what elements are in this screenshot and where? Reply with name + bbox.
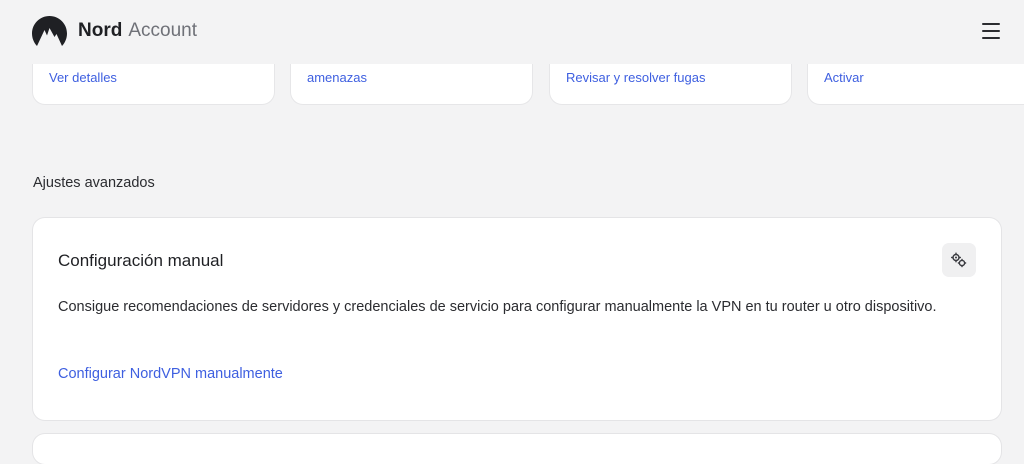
top-card-link[interactable]: Activar	[824, 70, 864, 86]
brand-secondary: Account	[128, 20, 197, 41]
top-bar: Nord Account	[0, 0, 1024, 64]
top-card-link[interactable]: Ver detalles	[49, 70, 117, 86]
card-title: Configuración manual	[58, 251, 224, 270]
top-card-link[interactable]: amenazas	[307, 70, 367, 86]
configure-manually-link[interactable]: Configurar NordVPN manualmente	[58, 366, 283, 382]
nord-logo-icon[interactable]	[32, 16, 67, 46]
section-title-advanced: Ajustes avanzados	[33, 175, 155, 191]
brand-wordmark: Nord Account	[78, 20, 197, 42]
manual-config-card: Configuración manual Consigue recomendac…	[33, 218, 1001, 420]
brand-primary: Nord	[78, 20, 123, 41]
top-card-link[interactable]: Revisar y resolver fugas	[566, 70, 705, 86]
hamburger-menu-icon[interactable]	[980, 21, 1004, 41]
card-description: Consigue recomendaciones de servidores y…	[58, 299, 937, 315]
settings-gears-icon	[951, 252, 967, 268]
settings-gears-button[interactable]	[942, 243, 976, 277]
